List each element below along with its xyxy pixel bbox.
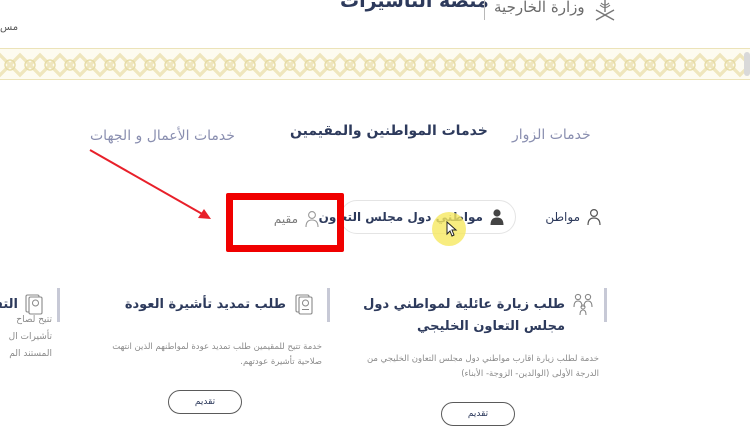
subtab-gcc-citizens[interactable]: مواطني دول مجلس التعاون: [319, 200, 516, 234]
card-description: خدمة لطلب زيارة اقارب مواطني دول مجلس ال…: [366, 354, 599, 379]
apply-button[interactable]: تقديم: [168, 390, 242, 414]
card-accent-bar: [327, 288, 330, 322]
service-card-family-visit: طلب زيارة عائلية لمواطني دول مجلس التعاو…: [355, 288, 607, 428]
red-highlight-box: [226, 193, 344, 252]
ministry-name: وزارة الخارجية: [494, 0, 585, 16]
person-icon: [587, 208, 601, 226]
top-header: منصة التأشيرات وزارة الخارجية مس: [0, 0, 750, 46]
saudi-emblem-icon: [595, 0, 615, 21]
subtab-citizen-label: مواطن: [545, 210, 580, 224]
service-card-return-visa-extension: طلب تمديد تأشيرة العودة خدمة تتيح للمقيم…: [90, 288, 330, 428]
site-title: منصة التأشيرات: [340, 0, 489, 12]
service-card-partial: التف تتيح لصاح تأشيرات ال المستند الم: [0, 288, 60, 428]
card-description: خدمة تتيح للمقيمين طلب تمديد عودة لمواطن…: [112, 342, 322, 367]
truncated-text: مس: [0, 22, 19, 33]
tab-citizens-residents-services[interactable]: خدمات المواطنين والمقيمين: [290, 123, 488, 139]
apply-button[interactable]: تقديم: [441, 402, 515, 426]
scrollbar-thumb[interactable]: [744, 52, 750, 76]
tab-visitor-services[interactable]: خدمات الزوار: [512, 127, 591, 143]
header-divider: [484, 0, 485, 20]
card-title: طلب تمديد تأشيرة العودة: [124, 297, 286, 312]
card-accent-bar: [57, 288, 60, 322]
card-accent-bar: [604, 288, 607, 322]
decorative-pattern-band: [0, 48, 750, 80]
person-filled-icon: [490, 209, 504, 225]
ministry-logo[interactable]: وزارة الخارجية: [494, 0, 620, 26]
mouse-cursor-icon: [446, 221, 458, 237]
card-title: طلب زيارة عائلية لمواطني دول مجلس التعاو…: [363, 297, 565, 334]
subtab-citizen[interactable]: مواطن: [538, 200, 602, 234]
card-description: تتيح لصاح تأشيرات ال المستند الم: [8, 315, 52, 359]
passport-icon: [295, 294, 313, 315]
family-icon: [573, 293, 593, 316]
tab-business-services[interactable]: خدمات الأعمال و الجهات: [90, 128, 235, 144]
